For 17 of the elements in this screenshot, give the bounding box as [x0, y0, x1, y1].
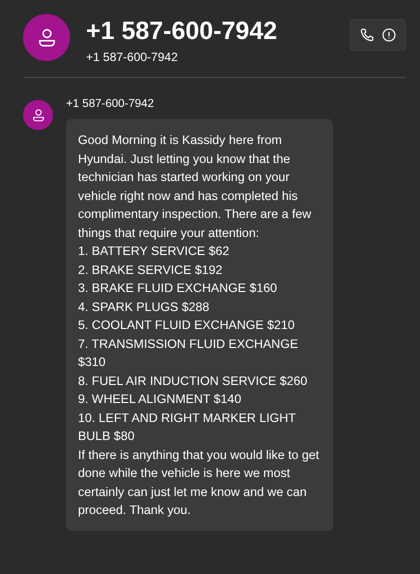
message-text: Good Morning it is Kassidy here from Hyundai. Just letting you know that the technician has started working on your vehicle right now and has completed his complimentary inspection. There are a few things that require your attention:: [78, 132, 312, 242]
contact-number: +1 587-600-7942: [86, 50, 179, 64]
message-line: 3. BRAKE FLUID EXCHANGE $160: [78, 280, 278, 297]
message-line: 10. LEFT AND RIGHT MARKER LIGHT BULB $80: [78, 410, 297, 445]
info-icon[interactable]: [382, 28, 396, 42]
message-line: 9. WHEEL ALIGNMENT $140: [78, 391, 242, 408]
message-line: 5. COOLANT FLUID EXCHANGE $210: [78, 317, 296, 334]
message-line: 1. BATTERY SERVICE $62: [78, 243, 230, 260]
message-line: 8. FUEL AIR INDUCTION SERVICE $260: [78, 372, 308, 390]
person-icon: [30, 108, 46, 122]
phone-icon[interactable]: [360, 28, 374, 42]
contact-name: +1 587-600-7942: [86, 16, 278, 46]
message-line: 2. BRAKE SERVICE $192: [78, 262, 224, 278]
message-text: If there is anything that you would like to get done while the vehicle is here we most certainly can just let me know and we can proceed. Thank you.: [78, 446, 320, 519]
sender-name: +1 587-600-7942: [66, 98, 154, 110]
message-line: 7. TRANSMISSION FLUID EXCHANGE $310: [78, 336, 300, 371]
message-line: 4. SPARK PLUGS $288: [78, 298, 210, 316]
